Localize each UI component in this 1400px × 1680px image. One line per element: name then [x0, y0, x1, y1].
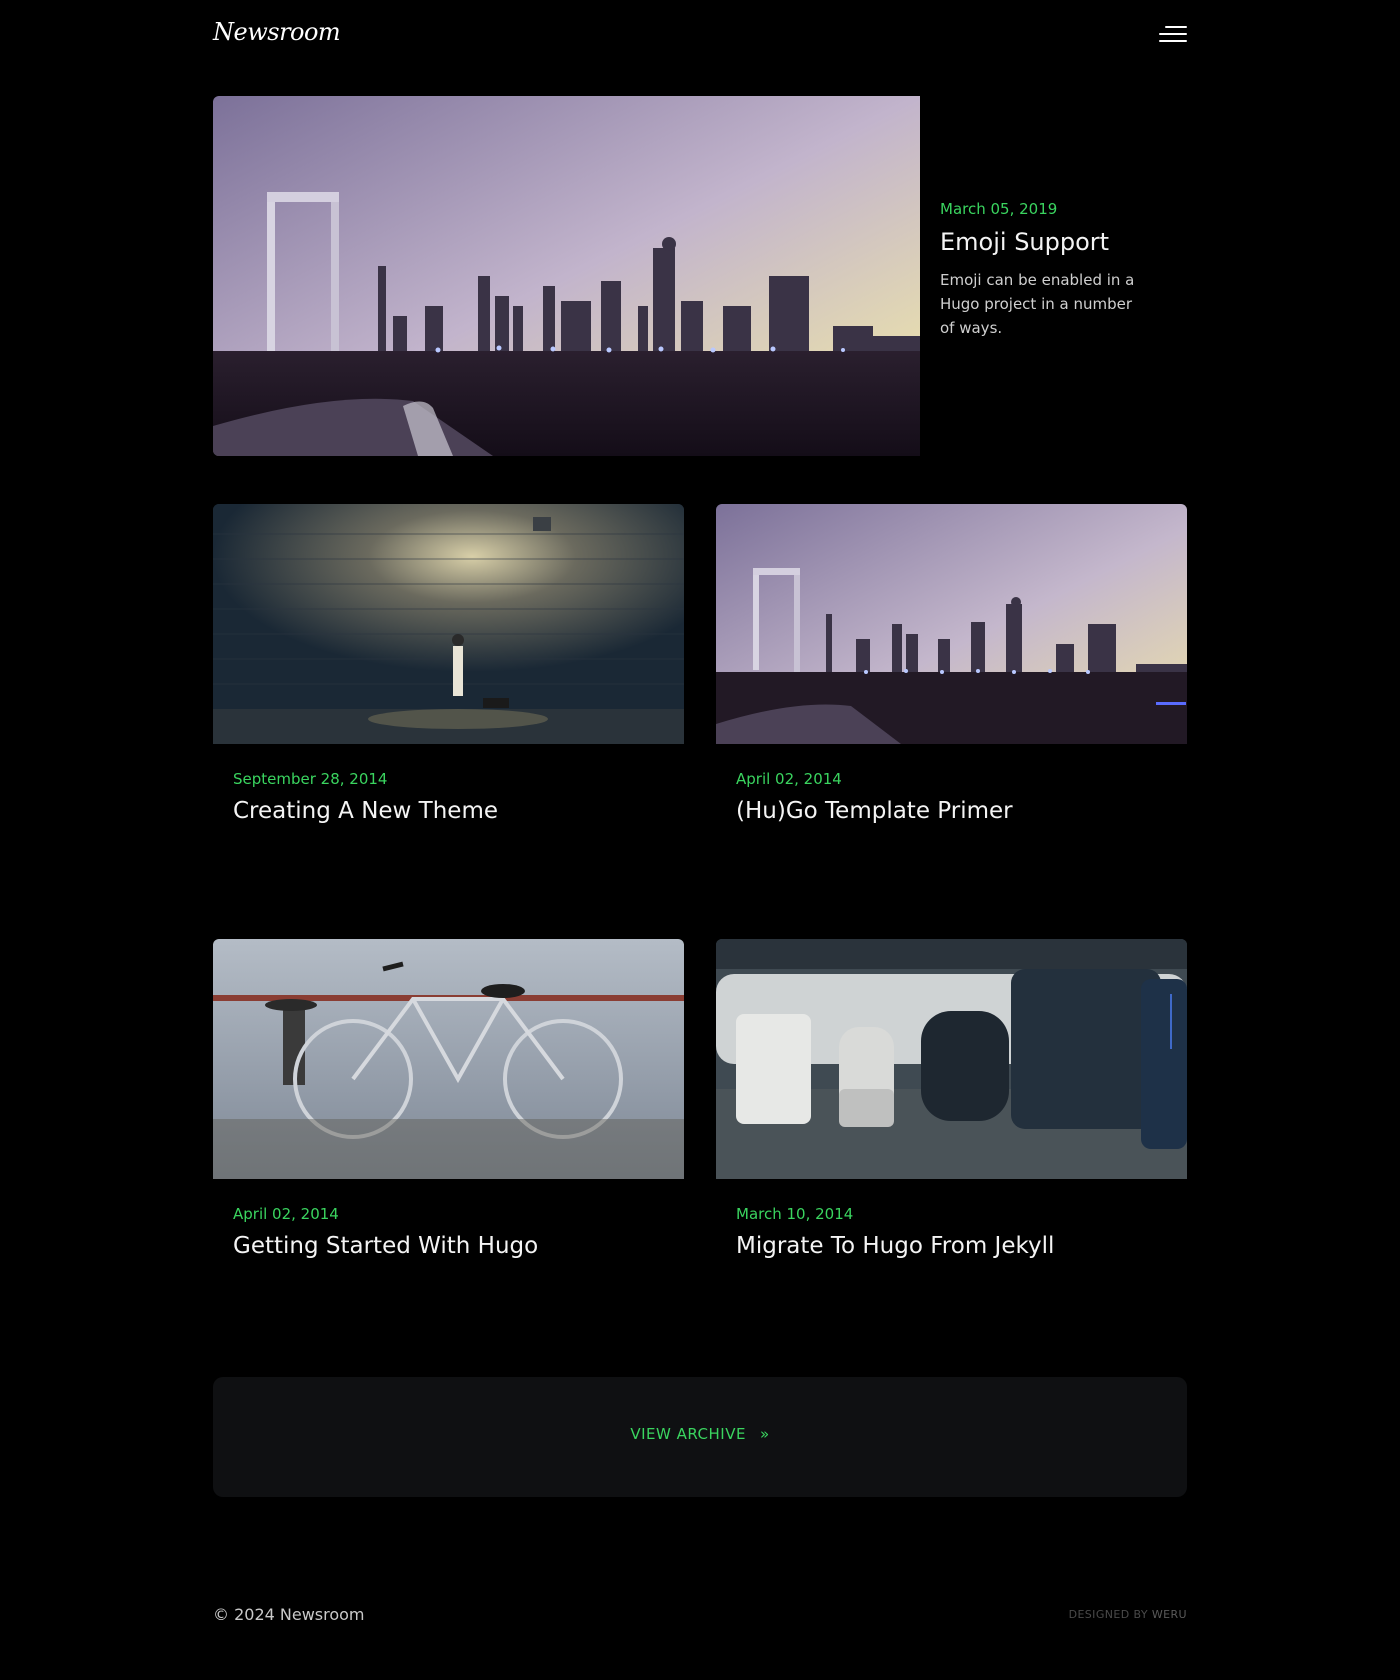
post-card[interactable]: March 10, 2014 Migrate To Hugo From Jeky…	[716, 939, 1187, 1259]
menu-line	[1159, 33, 1187, 35]
post-card-image[interactable]	[716, 504, 1187, 744]
copyright-text: © 2024 Newsroom	[213, 1605, 365, 1624]
post-date: September 28, 2014	[233, 770, 388, 788]
post-title[interactable]: Migrate To Hugo From Jekyll	[736, 1233, 1167, 1259]
post-date: March 05, 2019	[940, 200, 1058, 218]
post-card-meta: April 02, 2014 (Hu)Go Template Primer	[716, 744, 1187, 824]
post-title[interactable]: Creating A New Theme	[233, 798, 664, 824]
featured-post-meta: March 05, 2019 Emoji Support Emoji can b…	[940, 200, 1135, 340]
post-card[interactable]: April 02, 2014 (Hu)Go Template Primer	[716, 504, 1187, 824]
post-excerpt: Emoji can be enabled in a Hugo project i…	[940, 271, 1135, 337]
post-card-image[interactable]	[213, 939, 684, 1179]
post-title[interactable]: Emoji Support	[940, 228, 1135, 256]
post-card-meta: March 10, 2014 Migrate To Hugo From Jeky…	[716, 1179, 1187, 1259]
post-date: March 10, 2014	[736, 1205, 854, 1223]
designed-by-label: DESIGNED BY	[1068, 1608, 1148, 1621]
designer-link[interactable]: WERU	[1152, 1608, 1187, 1621]
post-card-image[interactable]	[213, 504, 684, 744]
featured-post[interactable]: March 05, 2019 Emoji Support Emoji can b…	[213, 96, 1187, 456]
post-card[interactable]: September 28, 2014 Creating A New Theme	[213, 504, 684, 824]
post-card-meta: April 02, 2014 Getting Started With Hugo	[213, 1179, 684, 1259]
designer-credit: DESIGNED BY WERU	[1069, 1608, 1187, 1621]
archive-panel: VIEW ARCHIVE »	[213, 1377, 1187, 1497]
post-title[interactable]: (Hu)Go Template Primer	[736, 798, 1167, 824]
post-title[interactable]: Getting Started With Hugo	[233, 1233, 664, 1259]
page: Newsroom March 05, 2019 Emoji Support Em…	[0, 0, 1400, 1680]
site-header: Newsroom	[213, 14, 1187, 54]
hamburger-menu-icon[interactable]	[1159, 24, 1187, 46]
post-card-meta: September 28, 2014 Creating A New Theme	[213, 744, 684, 824]
post-card[interactable]: April 02, 2014 Getting Started With Hugo	[213, 939, 684, 1259]
post-date: April 02, 2014	[736, 770, 842, 788]
double-chevron-right-icon: »	[759, 1425, 770, 1443]
post-card-image[interactable]	[716, 939, 1187, 1179]
menu-line	[1165, 26, 1187, 28]
featured-post-image[interactable]	[213, 96, 920, 456]
site-logo[interactable]: Newsroom	[213, 18, 341, 46]
post-date: April 02, 2014	[233, 1205, 339, 1223]
menu-line	[1159, 40, 1187, 42]
site-footer: © 2024 Newsroom DESIGNED BY WERU	[213, 1605, 1187, 1635]
view-archive-link[interactable]: VIEW ARCHIVE »	[213, 1425, 1187, 1443]
view-archive-label: VIEW ARCHIVE	[630, 1425, 746, 1443]
